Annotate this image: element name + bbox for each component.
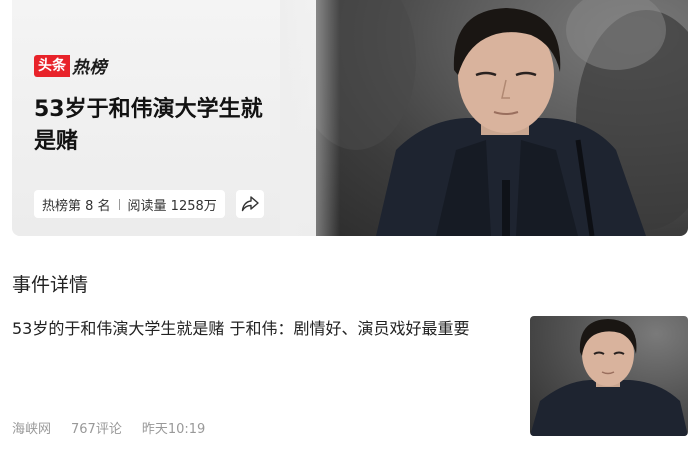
hot-rank-text: 热榜第 8 名: [42, 198, 111, 214]
toutiao-hot-list-logo: 头条 热榜: [34, 53, 107, 78]
event-details-heading: 事件详情: [12, 274, 89, 296]
hot-list-card[interactable]: 头条 热榜 53岁于和伟演大学生就是赌 热榜第 8 名 阅读量 1258万: [12, 0, 688, 236]
news-comment-count: 767评论: [71, 422, 122, 437]
hot-topic-photo[interactable]: [316, 0, 688, 236]
news-thumbnail[interactable]: [530, 316, 688, 436]
read-count-text: 阅读量 1258万: [127, 198, 217, 214]
share-icon: [241, 196, 259, 212]
toutiao-logo: 头条: [34, 54, 70, 77]
hot-stats-pill: 热榜第 8 名 阅读量 1258万: [34, 190, 225, 218]
news-meta: 海峡网 767评论 昨天10:19: [12, 418, 225, 437]
news-list-item[interactable]: 53岁的于和伟演大学生就是赌 于和伟：剧情好、演员戏好最重要 海峡网 767评论…: [12, 316, 688, 438]
hot-topic-title[interactable]: 53岁于和伟演大学生就是赌: [34, 94, 274, 158]
actor-photo-illustration: [316, 0, 688, 236]
news-thumbnail-illustration: [530, 319, 688, 436]
hot-list-label: 热榜: [72, 58, 107, 78]
news-headline[interactable]: 53岁的于和伟演大学生就是赌 于和伟：剧情好、演员戏好最重要: [12, 316, 514, 342]
news-time: 昨天10:19: [141, 422, 206, 437]
news-source: 海峡网: [12, 422, 52, 437]
photo-fade-overlay: [280, 0, 340, 236]
share-button[interactable]: [236, 190, 264, 218]
stats-divider: [118, 198, 120, 210]
